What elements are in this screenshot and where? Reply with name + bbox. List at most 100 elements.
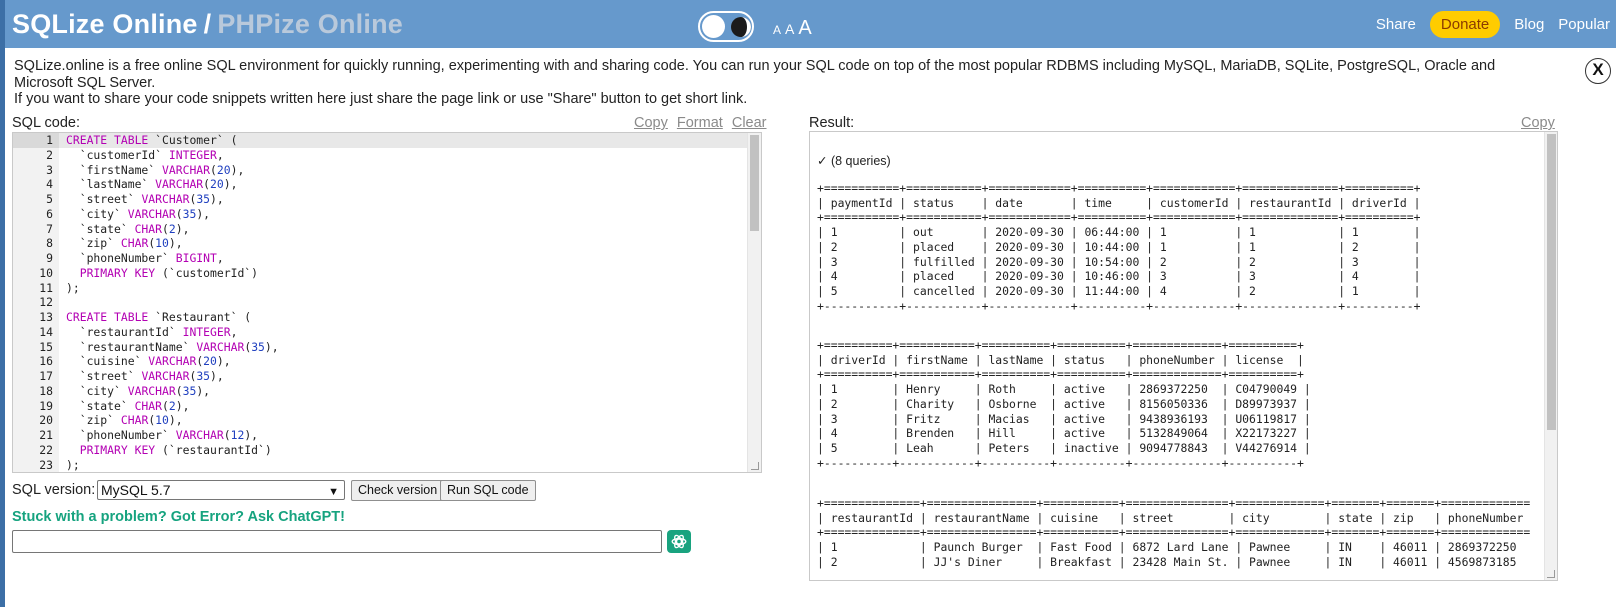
editor-actions: Copy Format Clear: [629, 115, 767, 131]
code-line[interactable]: 12: [13, 295, 748, 310]
code-text: `lastName` VARCHAR(20),: [66, 177, 238, 192]
line-number: 3: [46, 162, 53, 177]
code-token: 20: [210, 177, 224, 192]
clear-code-link[interactable]: Clear: [732, 115, 767, 131]
code-line[interactable]: 19 `state` CHAR(2),: [13, 399, 748, 414]
code-token: `street`: [66, 369, 142, 383]
line-number: 9: [46, 251, 53, 265]
line-number: 20: [39, 413, 53, 428]
popular-link[interactable]: Popular: [1558, 16, 1610, 33]
code-text: `zip` CHAR(10),: [66, 413, 183, 428]
code-token: ,: [230, 324, 238, 339]
blog-link[interactable]: Blog: [1514, 16, 1544, 33]
theme-toggle[interactable]: [698, 11, 754, 42]
copy-result-link[interactable]: Copy: [1521, 115, 1555, 131]
editor-resize-grip[interactable]: [751, 462, 759, 470]
brand-phpize-link[interactable]: PHPize Online: [217, 9, 403, 39]
line-number: 11: [39, 280, 53, 295]
intro-text: SQLize.online is a free online SQL envir…: [14, 58, 1524, 108]
line-number: 23: [39, 457, 53, 472]
code-line[interactable]: 5 `street` VARCHAR(35),: [13, 192, 748, 207]
code-line[interactable]: 14 `restaurantId` INTEGER,: [13, 325, 748, 340]
intro-line-1: SQLize.online is a free online SQL envir…: [14, 58, 1496, 91]
code-lines[interactable]: 1 CREATE TABLE `Customer` (2 `customerId`…: [13, 133, 748, 472]
code-line[interactable]: 1 CREATE TABLE `Customer` (: [13, 133, 748, 148]
font-size-large-button[interactable]: A: [798, 17, 811, 39]
line-number: 12: [39, 295, 53, 310]
code-token: VARCHAR: [148, 354, 197, 369]
code-token: (`customerId`): [155, 265, 259, 280]
code-token: VARCHAR: [141, 192, 190, 206]
code-token: PRIMARY KEY: [79, 442, 156, 457]
sql-version-label: SQL version:: [12, 482, 96, 498]
brand-separator: /: [203, 9, 212, 39]
check-version-button[interactable]: Check version: [351, 480, 445, 501]
code-line[interactable]: 17 `street` VARCHAR(35),: [13, 369, 748, 384]
run-sql-button[interactable]: Run SQL code: [440, 480, 536, 501]
close-intro-button[interactable]: X: [1585, 58, 1611, 84]
chatgpt-question-input[interactable]: [12, 530, 662, 553]
code-token: ),: [264, 339, 279, 354]
code-token: 35: [196, 192, 211, 206]
chatgpt-send-button[interactable]: [667, 530, 691, 553]
code-token: `city`: [66, 206, 128, 221]
code-line[interactable]: 7 `state` CHAR(2),: [13, 222, 748, 237]
code-token: ),: [175, 398, 190, 413]
code-token: `Customer` (: [148, 133, 238, 147]
code-line[interactable]: 9 `phoneNumber` BIGINT,: [13, 251, 748, 266]
code-token: 10: [155, 236, 169, 251]
share-link[interactable]: Share: [1376, 16, 1416, 33]
code-line[interactable]: 8 `zip` CHAR(10),: [13, 236, 748, 251]
code-token: CHAR: [120, 236, 149, 251]
result-scrollbar-thumb[interactable]: [1547, 134, 1556, 430]
code-line[interactable]: 10 PRIMARY KEY (`customerId`): [13, 266, 748, 281]
font-size-medium-button[interactable]: A: [785, 21, 794, 37]
code-token: `phoneNumber`: [66, 428, 176, 442]
donate-button[interactable]: Donate: [1429, 10, 1501, 38]
code-token: ),: [175, 221, 190, 236]
code-text: `state` CHAR(2),: [66, 398, 190, 414]
line-number: 8: [46, 236, 53, 251]
format-code-link[interactable]: Format: [677, 115, 723, 131]
code-text: `firstName` VARCHAR(20),: [66, 163, 245, 178]
line-number: 14: [39, 324, 53, 339]
code-token: 35: [182, 383, 197, 398]
sql-editor[interactable]: 1 CREATE TABLE `Customer` (2 `customerId`…: [12, 132, 762, 473]
code-text: PRIMARY KEY (`restaurantId`): [66, 443, 272, 458]
code-line[interactable]: 3 `firstName` VARCHAR(20),: [13, 163, 748, 178]
editor-scrollbar-thumb[interactable]: [750, 135, 759, 231]
code-token: (`restaurantId`): [155, 442, 272, 457]
code-token: ),: [168, 236, 183, 251]
code-token: VARCHAR: [127, 206, 176, 221]
code-line[interactable]: 2 `customerId` INTEGER,: [13, 148, 748, 163]
code-line[interactable]: 11);: [13, 281, 748, 296]
result-scrollbar[interactable]: [1544, 132, 1557, 580]
code-text: `customerId` INTEGER,: [66, 148, 224, 163]
font-size-small-button[interactable]: A: [773, 23, 781, 37]
code-token: `zip`: [66, 236, 121, 251]
code-token: ),: [210, 369, 224, 383]
code-token: `zip`: [66, 413, 121, 428]
half-moon-icon: [731, 17, 751, 37]
code-line[interactable]: 15 `restaurantName` VARCHAR(35),: [13, 340, 748, 355]
code-text: `state` CHAR(2),: [66, 221, 190, 237]
brand-sqlize-link[interactable]: SQLize Online: [12, 9, 198, 39]
code-line[interactable]: 13 CREATE TABLE `Restaurant` (: [13, 310, 748, 325]
chevron-down-icon: ▼: [328, 486, 339, 498]
code-line[interactable]: 6 `city` VARCHAR(35),: [13, 207, 748, 222]
sql-version-select[interactable]: MySQL 5.7 ▼: [97, 480, 345, 500]
editor-scrollbar[interactable]: [747, 133, 761, 472]
code-token: ,: [216, 147, 224, 162]
code-line[interactable]: 16 `cuisine` VARCHAR(20),: [13, 354, 748, 369]
code-line[interactable]: 22 PRIMARY KEY (`restaurantId`): [13, 443, 748, 458]
code-line[interactable]: 18 `city` VARCHAR(35),: [13, 384, 748, 399]
code-token: `lastName`: [66, 177, 156, 192]
result-resize-grip[interactable]: [1547, 570, 1555, 578]
code-token: VARCHAR: [175, 428, 224, 442]
code-line[interactable]: 21 `phoneNumber` VARCHAR(12),: [13, 428, 748, 443]
copy-code-link[interactable]: Copy: [634, 115, 668, 131]
code-token: 35: [251, 339, 265, 354]
code-line[interactable]: 20 `zip` CHAR(10),: [13, 413, 748, 428]
code-line[interactable]: 4 `lastName` VARCHAR(20),: [13, 177, 748, 192]
code-line[interactable]: 23);: [13, 458, 748, 473]
